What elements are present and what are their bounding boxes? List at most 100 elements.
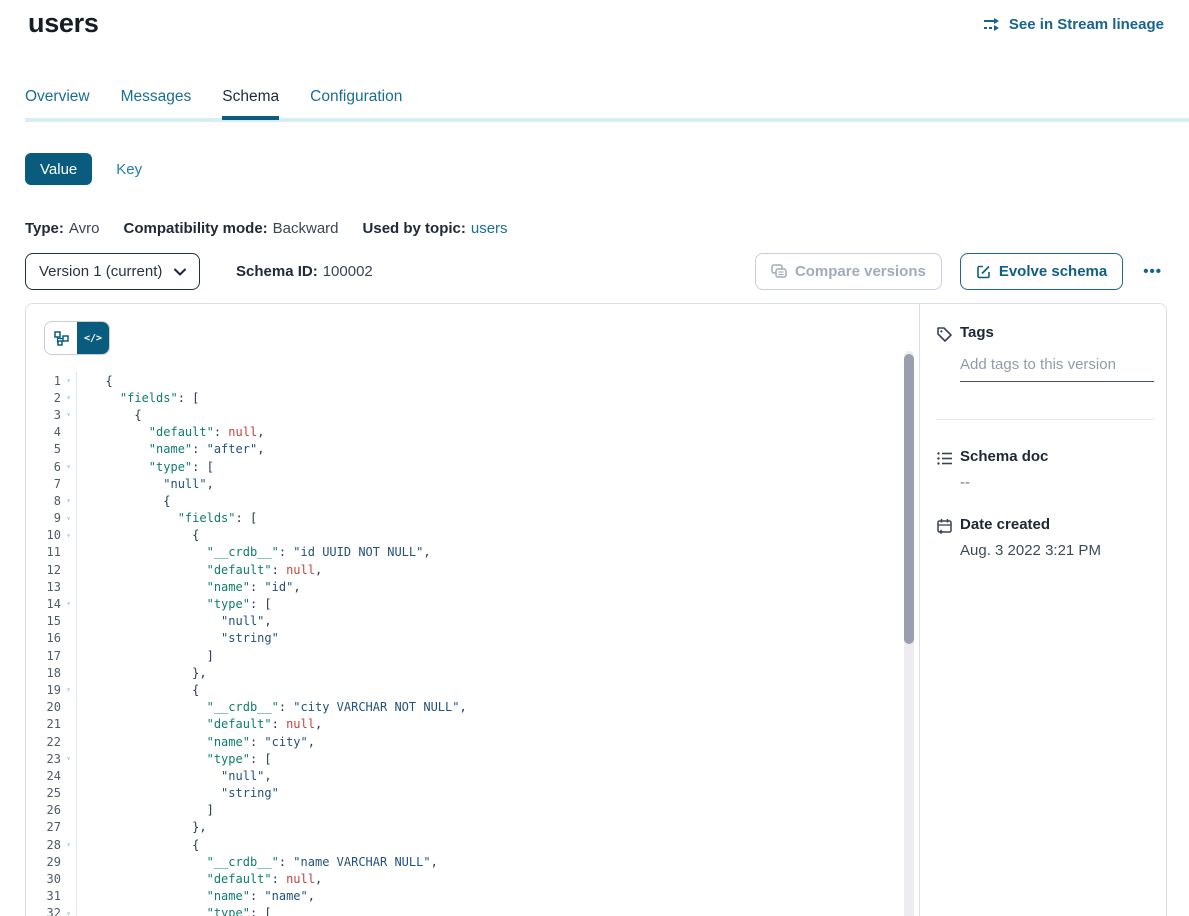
schema-sidebar: Tags Schema doc -- (920, 304, 1166, 916)
see-in-stream-lineage-link[interactable]: See in Stream lineage (983, 16, 1164, 33)
line-number: 5 (26, 442, 61, 456)
tags-input[interactable] (960, 352, 1154, 382)
code-line: 20 "__crdb__": "city VARCHAR NOT NULL", (26, 699, 919, 716)
collapse-caret-icon[interactable]: ▾ (61, 510, 76, 527)
code-text: "null", (76, 477, 214, 491)
tab-bar: Overview Messages Schema Configuration (25, 88, 1189, 122)
code-text: "default": null, (76, 425, 264, 439)
tab-messages[interactable]: Messages (121, 88, 192, 120)
version-select[interactable]: Version 1 (current) (25, 253, 200, 290)
code-line: 7 "null", (26, 475, 919, 492)
collapse-caret-icon[interactable]: ▾ (61, 492, 76, 509)
code-text: { (76, 374, 113, 388)
line-number: 1 (26, 374, 61, 388)
code-line: 24 "null", (26, 767, 919, 784)
line-number: 12 (26, 563, 61, 577)
line-number: 28 (26, 838, 61, 852)
code-line: 29 "__crdb__": "name VARCHAR NULL", (26, 853, 919, 870)
line-number: 8 (26, 494, 61, 508)
schema-doc-heading: Schema doc (960, 448, 1048, 465)
line-number: 21 (26, 717, 61, 731)
line-number: 15 (26, 614, 61, 628)
line-number: 25 (26, 786, 61, 800)
type-label: Type: (25, 220, 64, 237)
editor-scrollbar-thumb[interactable] (904, 354, 914, 644)
code-text: { (76, 838, 199, 852)
code-view-icon: </> (84, 333, 102, 344)
line-number: 22 (26, 735, 61, 749)
code-lines: 1▾ {2▾ "fields": [3▾ {4 "default": null,… (26, 372, 919, 916)
code-text: ] (76, 649, 214, 663)
collapse-caret-icon[interactable]: ▾ (61, 527, 76, 544)
line-number: 32 (26, 906, 61, 916)
used-by-topic-label: Used by topic: (363, 220, 466, 237)
collapse-caret-icon[interactable]: ▾ (61, 372, 76, 389)
line-number: 29 (26, 855, 61, 869)
code-line: 9▾ "fields": [ (26, 510, 919, 527)
evolve-schema-button[interactable]: Evolve schema (960, 253, 1123, 290)
collapse-caret-icon[interactable]: ▾ (61, 905, 76, 916)
code-line: 23▾ "type": [ (26, 750, 919, 767)
key-toggle-button[interactable]: Key (104, 161, 154, 178)
collapse-caret-icon[interactable]: ▾ (61, 389, 76, 406)
collapse-caret-icon[interactable]: ▾ (61, 750, 76, 767)
active-tab-underline (222, 116, 279, 120)
compare-versions-label: Compare versions (795, 263, 926, 280)
line-number: 9 (26, 511, 61, 525)
code-line: 18 }, (26, 664, 919, 681)
tab-overview[interactable]: Overview (25, 88, 90, 120)
line-number: 11 (26, 545, 61, 559)
code-line: 28▾ { (26, 836, 919, 853)
compare-versions-button[interactable]: Compare versions (755, 253, 942, 290)
code-text: "null", (76, 769, 272, 783)
code-line: 17 ] (26, 647, 919, 664)
line-number: 16 (26, 631, 61, 645)
tree-view-button[interactable] (45, 322, 77, 354)
code-line: 25 "string" (26, 785, 919, 802)
line-number: 6 (26, 460, 61, 474)
code-text: "__crdb__": "name VARCHAR NULL", (76, 855, 438, 869)
calendar-add-icon (936, 518, 953, 535)
line-number: 20 (26, 700, 61, 714)
code-text: { (76, 494, 170, 508)
schema-meta-row: Type:Avro Compatibility mode:Backward Us… (25, 220, 508, 237)
schema-id-value: 100002 (323, 263, 373, 280)
collapse-caret-icon[interactable]: ▾ (61, 836, 76, 853)
code-line: 3▾ { (26, 406, 919, 423)
collapse-caret-icon[interactable]: ▾ (61, 681, 76, 698)
code-text: "default": null, (76, 717, 322, 731)
collapse-caret-icon[interactable]: ▾ (61, 458, 76, 475)
chevron-down-icon (174, 268, 186, 276)
tab-schema[interactable]: Schema (222, 88, 279, 120)
collapse-caret-icon[interactable]: ▾ (61, 595, 76, 612)
line-number: 14 (26, 597, 61, 611)
code-view-button[interactable]: </> (77, 322, 109, 354)
line-number: 2 (26, 391, 61, 405)
line-number: 3 (26, 408, 61, 422)
code-line: 27 }, (26, 819, 919, 836)
line-number: 27 (26, 820, 61, 834)
more-actions-menu-icon[interactable]: ••• (1141, 259, 1164, 284)
stream-lineage-icon (983, 17, 1002, 32)
type-value: Avro (69, 220, 100, 237)
code-line: 22 "name": "city", (26, 733, 919, 750)
code-text: "__crdb__": "city VARCHAR NOT NULL", (76, 700, 467, 714)
tab-configuration[interactable]: Configuration (310, 88, 402, 120)
line-number: 31 (26, 889, 61, 903)
code-text: "string" (76, 631, 279, 645)
code-text: "fields": [ (76, 391, 199, 405)
code-line: 30 "default": null, (26, 870, 919, 887)
tab-track-line (25, 118, 1189, 122)
list-icon (936, 450, 953, 467)
collapse-caret-icon[interactable]: ▾ (61, 406, 76, 423)
tree-view-icon (54, 331, 69, 346)
code-text: "default": null, (76, 563, 322, 577)
code-text: "name": "city", (76, 735, 315, 749)
topic-link[interactable]: users (471, 220, 508, 237)
code-line: 19▾ { (26, 681, 919, 698)
code-line: 13 "name": "id", (26, 578, 919, 595)
value-toggle-button[interactable]: Value (25, 153, 92, 185)
code-text: "type": [ (76, 460, 214, 474)
line-number: 19 (26, 683, 61, 697)
date-created-value: Aug. 3 2022 3:21 PM (960, 542, 1101, 559)
